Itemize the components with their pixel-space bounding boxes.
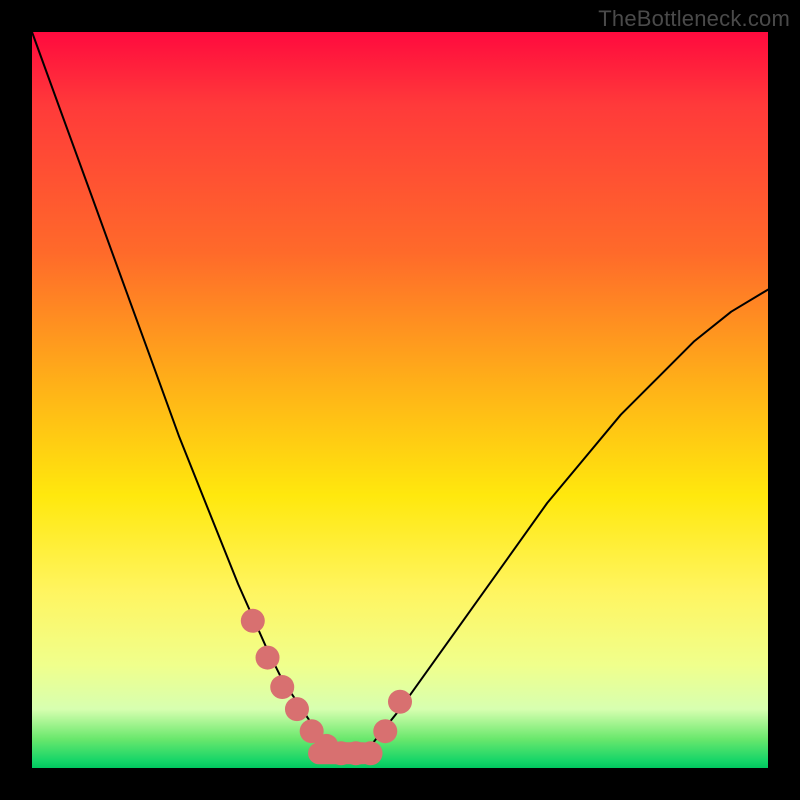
bottleneck-curve: [32, 32, 768, 753]
highlight-dot: [388, 690, 412, 714]
plot-svg: [32, 32, 768, 768]
highlight-dot: [241, 609, 265, 633]
highlight-dot: [285, 697, 309, 721]
chart-stage: TheBottleneck.com: [0, 0, 800, 800]
watermark-text: TheBottleneck.com: [598, 6, 790, 32]
highlight-dot: [373, 719, 397, 743]
highlight-dot: [270, 675, 294, 699]
gradient-panel: [32, 32, 768, 768]
highlight-dot: [256, 646, 280, 670]
highlight-dot: [359, 741, 383, 765]
highlight-dots: [241, 609, 412, 765]
